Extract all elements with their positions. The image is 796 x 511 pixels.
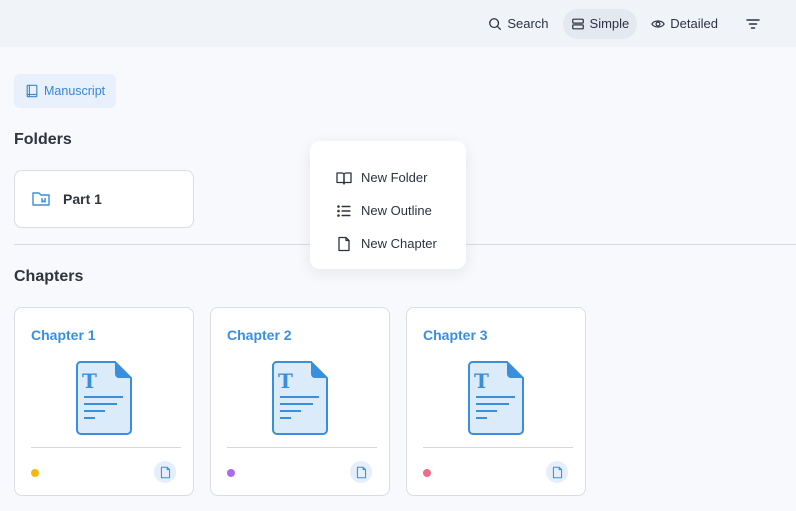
open-chapter-button[interactable] xyxy=(154,461,176,483)
text-document-icon: T xyxy=(468,361,524,435)
search-icon xyxy=(489,17,502,30)
chapter-card-3[interactable]: Chapter 3 T xyxy=(406,307,586,496)
search-button[interactable]: Search xyxy=(480,9,556,39)
card-divider xyxy=(227,447,377,448)
status-dot xyxy=(423,469,431,477)
list-icon xyxy=(337,204,351,217)
open-chapter-button[interactable] xyxy=(350,461,372,483)
file-icon xyxy=(552,466,562,478)
chapter-card-1[interactable]: Chapter 1 T xyxy=(14,307,194,496)
folder-label: Part 1 xyxy=(63,191,102,207)
status-dot xyxy=(227,469,235,477)
book-icon xyxy=(26,84,38,98)
simple-view-button[interactable]: Simple xyxy=(562,8,638,39)
chapter-title: Chapter 3 xyxy=(423,327,488,343)
status-dot xyxy=(31,469,39,477)
menu-item-label: New Chapter xyxy=(361,236,437,251)
search-label: Search xyxy=(507,16,549,31)
svg-text:T: T xyxy=(474,369,489,393)
file-icon xyxy=(356,466,366,478)
top-bar: Search Simple Detailed xyxy=(0,0,796,47)
card-divider xyxy=(31,447,181,448)
folder-card-part-1[interactable]: Part 1 xyxy=(14,170,194,228)
folders-heading: Folders xyxy=(14,131,72,148)
breadcrumb-manuscript[interactable]: Manuscript xyxy=(14,74,117,108)
card-divider xyxy=(423,447,573,448)
chapter-title: Chapter 2 xyxy=(227,327,292,343)
eye-icon xyxy=(651,19,666,28)
new-item-menu: New Folder New Outline New Chapter xyxy=(310,141,466,269)
detailed-view-button[interactable]: Detailed xyxy=(643,9,726,39)
menu-item-label: New Folder xyxy=(361,170,428,185)
chapters-heading: Chapters xyxy=(14,268,84,285)
menu-item-label: New Outline xyxy=(361,203,432,218)
folder-icon xyxy=(32,192,50,206)
svg-text:T: T xyxy=(278,369,293,393)
chapter-card-2[interactable]: Chapter 2 T xyxy=(210,307,390,496)
menu-item-new-outline[interactable]: New Outline xyxy=(310,194,466,227)
open-chapter-button[interactable] xyxy=(546,461,568,483)
svg-text:T: T xyxy=(82,369,97,393)
simple-label: Simple xyxy=(589,16,630,31)
text-document-icon: T xyxy=(272,361,328,435)
chapter-title: Chapter 1 xyxy=(31,327,96,343)
text-document-icon: T xyxy=(76,361,132,435)
book-open-icon xyxy=(336,171,352,185)
filter-icon xyxy=(746,18,760,29)
menu-item-new-folder[interactable]: New Folder xyxy=(310,161,466,194)
breadcrumb-label: Manuscript xyxy=(44,84,106,98)
detailed-label: Detailed xyxy=(670,16,718,31)
filter-button[interactable] xyxy=(738,9,768,39)
file-icon xyxy=(160,466,170,478)
rows-icon xyxy=(571,18,584,29)
menu-item-new-chapter[interactable]: New Chapter xyxy=(310,227,466,260)
file-icon xyxy=(338,236,350,251)
